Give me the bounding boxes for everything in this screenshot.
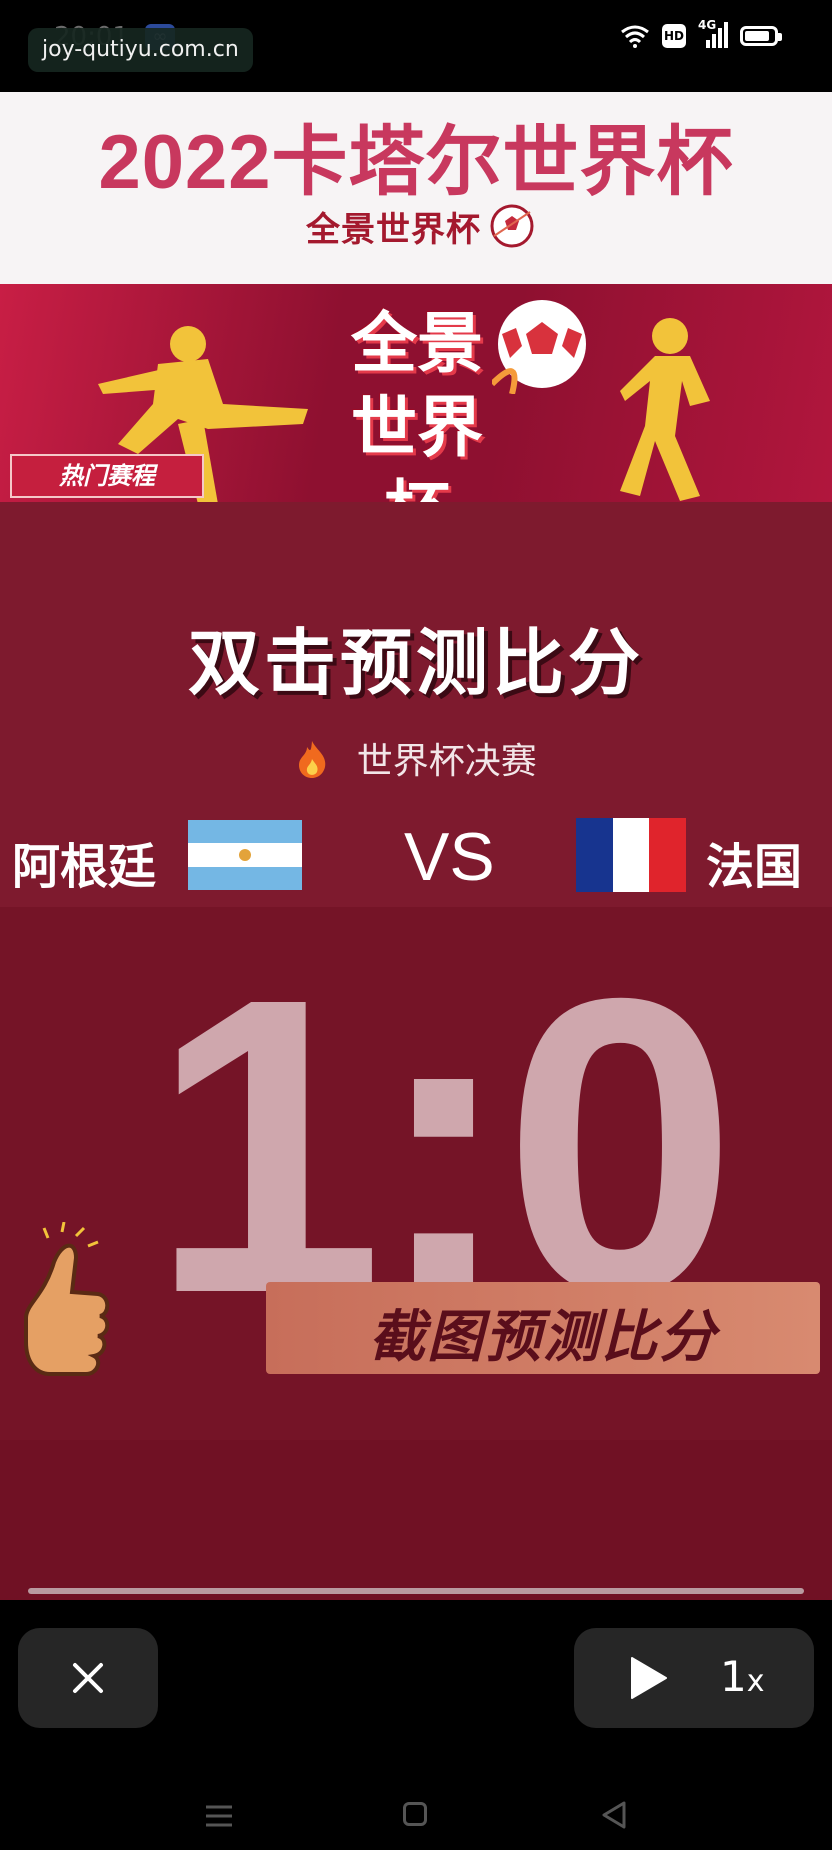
signal-icon: 4G: [698, 18, 728, 50]
status-icons: HD 4G: [620, 18, 782, 50]
subheading: 世界杯决赛: [0, 732, 832, 784]
card-bottom-strip: [0, 1440, 832, 1600]
playback-controls: 1x: [574, 1628, 814, 1728]
menu-icon[interactable]: [204, 1804, 234, 1828]
headline: 双击预测比分: [187, 621, 644, 705]
battery-icon: [740, 26, 782, 46]
status-bar: 20:01 ∞ joy-qutiyu.com.cn HD 4G: [0, 0, 832, 92]
promo-banner: 全景 世界杯 热门赛程: [0, 284, 832, 502]
soccer-ball-icon: [490, 204, 534, 248]
logo-small-text: 全景世界杯: [306, 210, 481, 250]
banner-logo-line1: 全景: [351, 305, 483, 382]
team-left-name: 阿根廷: [12, 839, 157, 895]
video-progress-bar[interactable]: [28, 1588, 804, 1594]
banner-logo-line2: 世界杯: [351, 389, 483, 502]
screenshot-prediction-banner: 截图预测比分: [266, 1282, 820, 1374]
thumbs-up-icon: [24, 1222, 110, 1376]
speed-suffix: x: [746, 1664, 765, 1699]
versus-label: VS: [404, 819, 495, 895]
prediction-card: 双击预测比分 世界杯决赛 阿根廷 VS 法国 1:0 截图预测比分: [0, 502, 832, 1600]
speed-value: 1: [720, 1652, 747, 1701]
page-title: 2022卡塔尔世界杯: [98, 120, 734, 205]
title-band: 2022卡塔尔世界杯 全景世界杯: [0, 92, 832, 284]
close-icon: [73, 1663, 103, 1693]
close-button[interactable]: [18, 1628, 158, 1728]
banner-logo: 全景 世界杯: [322, 302, 512, 502]
back-icon[interactable]: [600, 1800, 628, 1830]
video-frame[interactable]: 2022卡塔尔世界杯 全景世界杯 全景 世界杯 热: [0, 92, 832, 1600]
team-right-name: 法国: [706, 839, 803, 895]
subline-text: 世界杯决赛: [356, 741, 537, 782]
argentina-flag-icon: [188, 820, 302, 890]
hot-schedule-tag: 热门赛程: [10, 454, 204, 498]
play-icon[interactable]: [628, 1656, 668, 1700]
playback-speed-button[interactable]: 1x: [720, 1652, 765, 1701]
system-nav-bar: [0, 1780, 832, 1850]
home-icon[interactable]: [403, 1802, 427, 1826]
score-prediction: 1:0: [150, 912, 737, 1381]
soccer-ball-icon: [492, 300, 586, 394]
player-running-icon: [620, 318, 710, 501]
player-controls: 1x: [0, 1600, 832, 1850]
cta-label: 截图预测比分: [369, 1305, 717, 1370]
hd-icon: HD: [662, 24, 686, 48]
france-flag-icon: [576, 818, 686, 892]
watermark-label: joy-qutiyu.com.cn: [28, 28, 253, 72]
fire-icon: [299, 741, 326, 778]
wifi-icon: [621, 25, 649, 48]
